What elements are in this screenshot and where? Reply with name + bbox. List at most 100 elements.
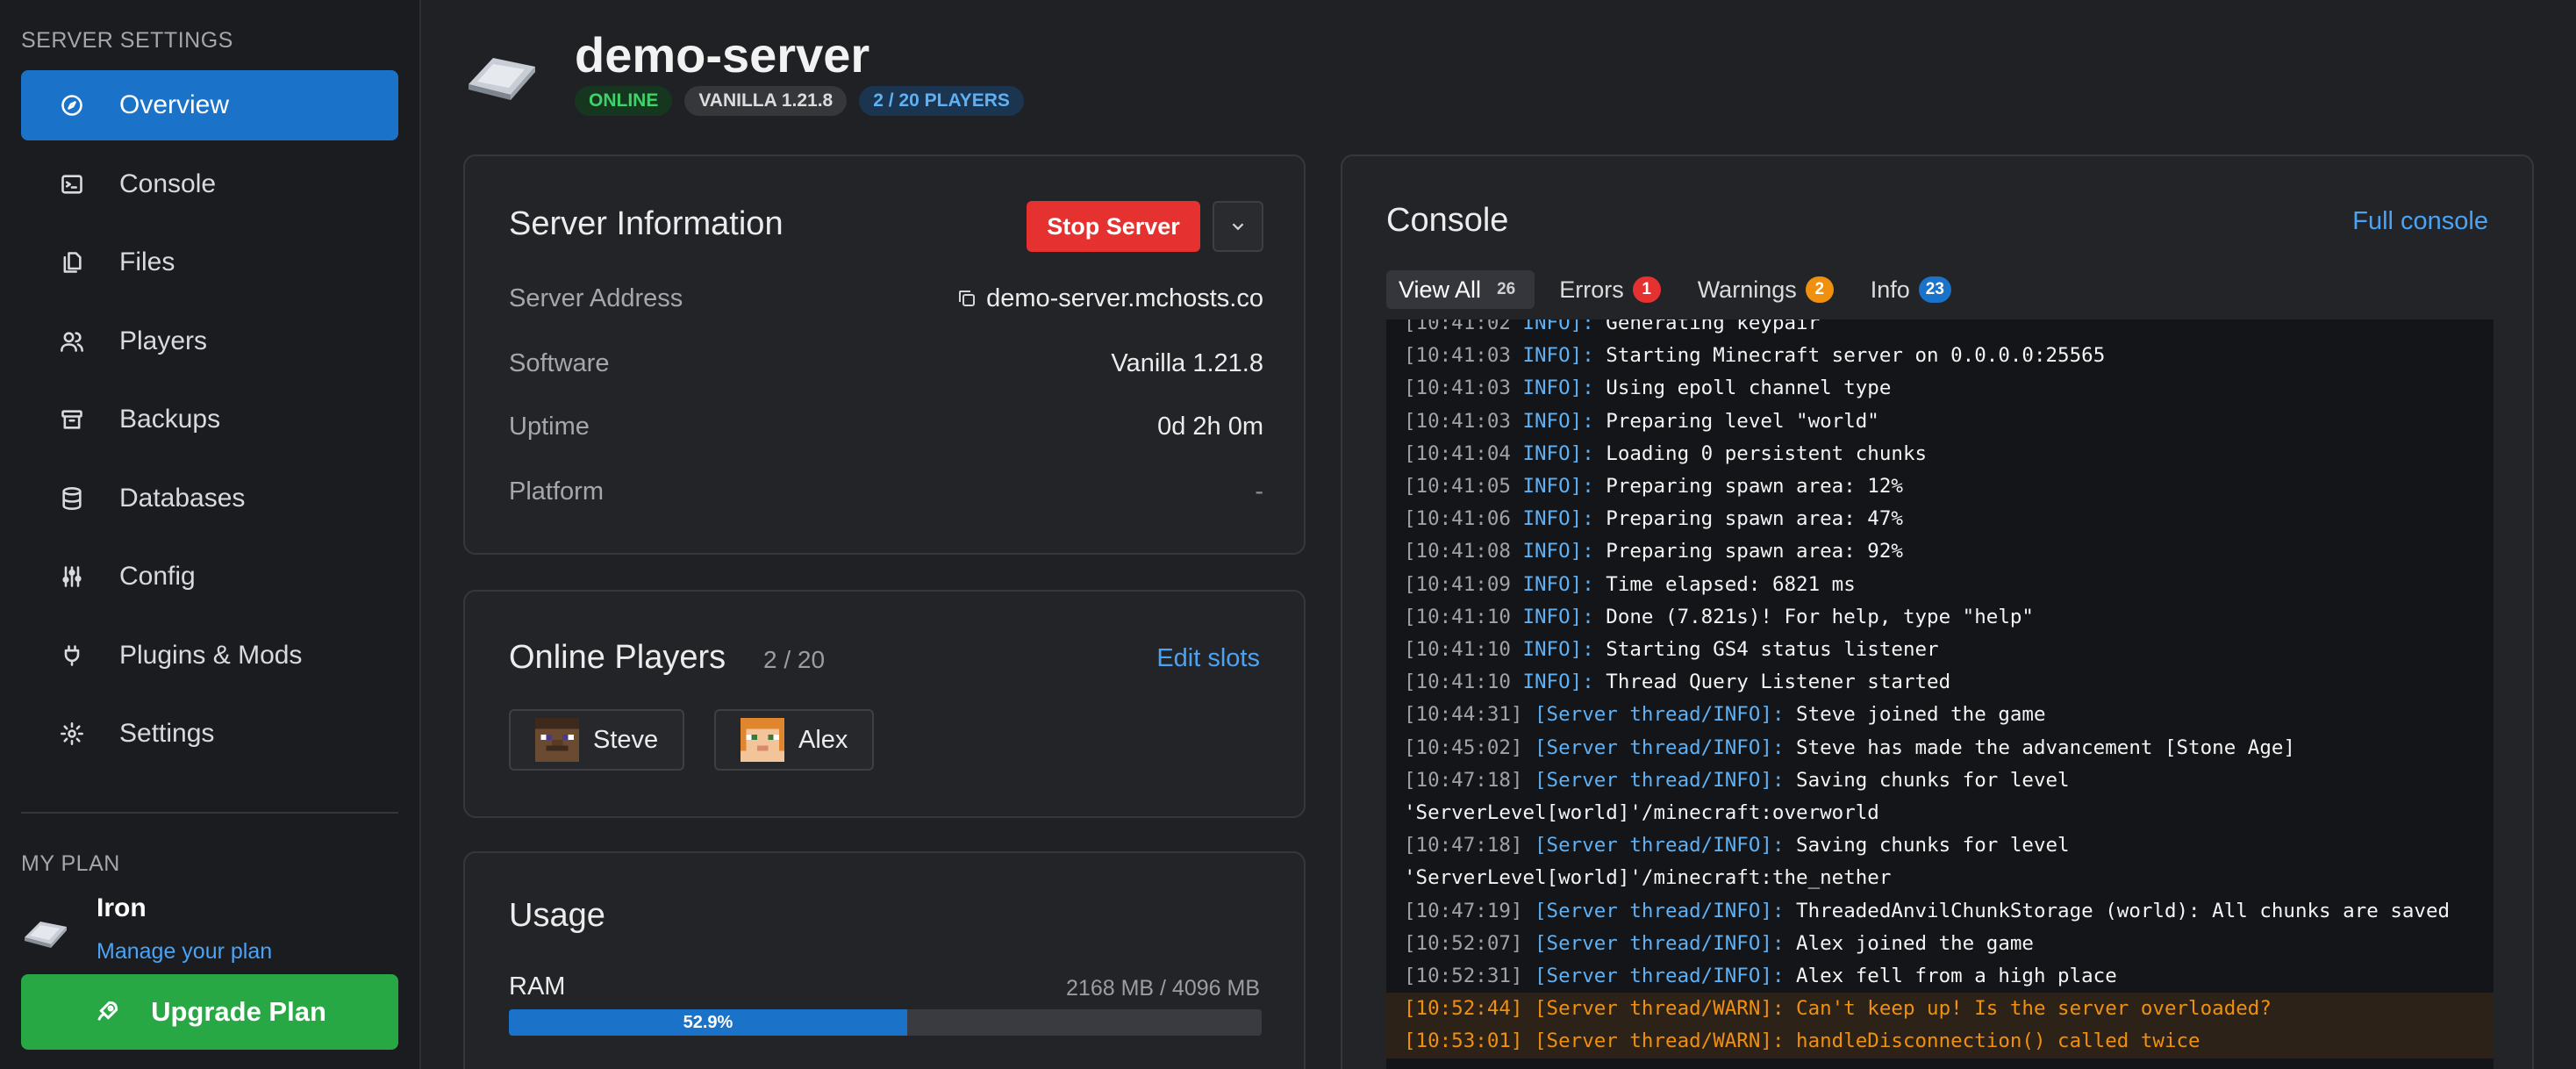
log-timestamp: [10:41:10 [1404,671,1511,694]
log-line: [10:41:03 INFO]: Starting Minecraft serv… [1404,340,2476,372]
players-badge: 2 / 20 PLAYERS [859,86,1024,116]
log-timestamp: [10:41:05 [1404,475,1511,499]
sidebar-item-label: Databases [119,483,246,513]
log-line: [10:41:03 INFO]: Using epoll channel typ… [1404,372,2476,405]
log-line: [10:41:02 INFO]: Generating keypair [1404,319,2476,340]
log-message: Can't keep up! Is the server overloaded? [1784,997,2272,1021]
plan-heading: MY PLAN [21,851,120,876]
upgrade-plan-button[interactable]: Upgrade Plan [21,974,398,1050]
sidebar-item-plugins-mods[interactable]: Plugins & Mods [21,621,398,691]
gear-icon [56,718,88,750]
log-line: [10:52:31] [Server thread/INFO]: Alex fe… [1404,960,2476,993]
console-log-lines: [10:41:02 INFO]: Generating keypair [10:4… [1386,319,2494,1058]
log-level: [Server thread/INFO]: [1522,735,1785,759]
log-message: handleDisconnection() called twice [1784,1030,2200,1053]
player-count: 2 / 20 [763,646,826,673]
upgrade-plan-label: Upgrade Plan [151,996,326,1027]
info-value: - [1255,477,1263,506]
version-badge: VANILLA 1.21.8 [684,86,848,116]
log-level: [Server thread/INFO]: [1522,703,1785,727]
log-line: [10:41:09 INFO]: Time elapsed: 6821 ms [1404,569,2476,601]
sidebar-heading: SERVER SETTINGS [21,28,233,53]
tab-label: View All [1399,276,1482,303]
log-level: [Server thread/INFO]: [1522,931,1785,955]
console-log[interactable]: [10:41:02 INFO]: Generating keypair [10:4… [1386,319,2494,1069]
log-timestamp: [10:45:02] [1404,735,1523,759]
log-line-warning: [10:53:01] [Server thread/WARN]: handleD… [1386,1025,2494,1058]
log-timestamp: [10:41:02 [1404,319,1511,334]
log-level: INFO]: [1510,605,1594,628]
sidebar-item-overview[interactable]: Overview [21,70,398,140]
tab-count: 2 [1805,276,1834,303]
log-timestamp: [10:41:10 [1404,605,1511,628]
sidebar-item-label: Players [119,326,208,355]
sidebar-item-settings[interactable]: Settings [21,699,398,769]
sidebar-item-players[interactable]: Players [21,306,398,377]
copy-icon [959,291,976,306]
manage-plan-link[interactable]: Manage your plan [97,939,272,965]
archive-icon [56,404,88,435]
log-line: [10:47:18] [Server thread/INFO]: Saving … [1404,764,2476,797]
log-message: Starting GS4 status listener [1593,638,1939,662]
sidebar-nav: Overview Console Files Players Backups D… [21,70,398,778]
chevron-down-icon [1232,223,1244,231]
log-timestamp: [10:41:08 [1404,540,1511,563]
database-icon [56,483,88,514]
console-filter-tabs: View All 26 Errors 1 Warnings 2 Info 23 [1386,270,1964,309]
plug-icon [56,640,88,671]
tab-count: 26 [1497,280,1516,298]
log-timestamp: [10:41:03 [1404,344,1511,368]
tab-view-all[interactable]: View All 26 [1386,270,1535,309]
full-console-link[interactable]: Full console [2352,207,2488,236]
sidebar-item-label: Overview [119,90,230,119]
ram-progress-fill: 52.9% [509,1009,907,1036]
info-label: Software [509,348,610,377]
sidebar-item-databases[interactable]: Databases [21,463,398,534]
alex-avatar [741,718,784,762]
tab-info[interactable]: Info 23 [1858,270,1964,309]
power-options-dropdown[interactable] [1213,201,1263,252]
log-level: [Server thread/INFO]: [1522,768,1785,792]
log-level: [Server thread/INFO]: [1522,899,1785,922]
sidebar-item-backups[interactable]: Backups [21,384,398,455]
log-message: Alex fell from a high place [1784,965,2117,988]
player-chip-alex[interactable]: Alex [714,709,875,771]
log-message: Preparing level "world" [1593,409,1879,433]
log-line: [10:41:08 INFO]: Preparing spawn area: 9… [1404,535,2476,568]
log-timestamp: [10:44:31] [1404,703,1523,727]
log-line: [10:44:31] [Server thread/INFO]: Steve j… [1404,699,2476,731]
server-information-card: Server Information Stop Server Server Ad… [463,154,1306,555]
log-line: 'ServerLevel[world]'/minecraft:the_nethe… [1404,866,1892,890]
edit-slots-link[interactable]: Edit slots [1156,644,1260,673]
sidebar-item-label: Settings [119,719,215,748]
log-line: [10:47:19] [Server thread/INFO]: Threade… [1404,895,2476,928]
users-icon [56,326,88,357]
log-line: [10:41:05 INFO]: Preparing spawn area: 1… [1404,470,2476,503]
log-message: Generating keypair [1593,319,1821,334]
tab-warnings[interactable]: Warnings 2 [1685,270,1846,309]
sidebar-item-config[interactable]: Config [21,542,398,612]
log-message: ThreadedAnvilChunkStorage (world): All c… [1784,899,2451,922]
sidebar-item-label: Console [119,169,217,198]
log-level: [Server thread/INFO]: [1522,834,1785,857]
log-line: [10:41:04 INFO]: Loading 0 persistent ch… [1404,438,2476,470]
sidebar-item-label: Backups [119,405,221,434]
sidebar-item-console[interactable]: Console [21,149,398,219]
log-line: 'ServerLevel[world]'/minecraft:overworld [1404,801,1879,825]
rocket-icon [97,1001,118,1021]
tab-errors[interactable]: Errors 1 [1547,270,1673,309]
player-name: Steve [593,725,659,754]
log-timestamp: [10:41:10 [1404,638,1511,662]
player-chip-steve[interactable]: Steve [509,709,685,771]
server-address[interactable]: demo-server.mchosts.co [956,284,1263,313]
tab-count: 23 [1918,276,1951,303]
tab-label: Info [1870,276,1910,303]
log-message: Steve joined the game [1784,703,2046,727]
log-level: INFO]: [1510,507,1594,531]
log-line: [10:52:07] [Server thread/INFO]: Alex jo… [1404,928,2476,960]
page-title: demo-server [575,27,870,83]
sidebar-item-files[interactable]: Files [21,227,398,298]
stop-server-button[interactable]: Stop Server [1027,201,1200,252]
iron-ingot-icon [25,922,67,948]
log-level: INFO]: [1510,540,1594,563]
